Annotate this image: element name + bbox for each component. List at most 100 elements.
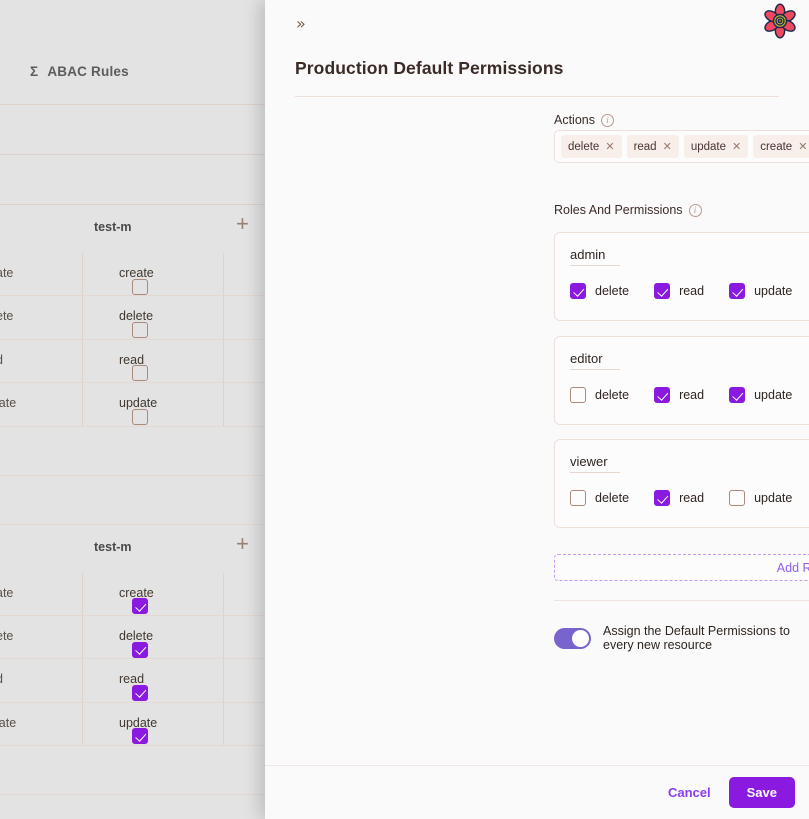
table-cell-left-text: late — [0, 396, 17, 411]
remove-action-icon[interactable]: ✕ — [798, 140, 807, 153]
permission-checkbox[interactable] — [570, 283, 586, 299]
action-chip[interactable]: read ✕ — [626, 135, 679, 158]
permission-label: read — [679, 284, 705, 298]
role-permission[interactable]: delete — [570, 387, 629, 403]
role-permissions-row: deletereadupdatecreate — [570, 283, 809, 299]
permission-checkbox[interactable] — [570, 387, 586, 403]
action-chip[interactable]: create ✕ — [753, 135, 809, 158]
table-group-header: test-m + — [0, 205, 265, 253]
role-permission[interactable]: read — [654, 387, 704, 403]
permission-label: update — [754, 491, 793, 505]
role-permission[interactable]: update — [729, 283, 792, 299]
permissions-drawer: » Production Default Permissions Actions… — [265, 0, 809, 819]
actions-label-text: Actions — [554, 113, 595, 127]
table-cell-right — [224, 573, 265, 615]
action-chip[interactable]: update ✕ — [683, 135, 749, 158]
table-cell-left-text: d — [0, 672, 3, 686]
permission-checkbox[interactable] — [654, 387, 671, 403]
action-chips: delete ✕ read ✕ update ✕ create ✕ — [561, 135, 809, 158]
action-chip[interactable]: delete ✕ — [561, 135, 622, 158]
table-cell-right — [224, 340, 265, 382]
table-cell-left: late — [0, 383, 83, 426]
permission-checkbox[interactable] — [570, 490, 586, 506]
assign-toggle-label: Assign the Default Permissions to every … — [603, 624, 790, 652]
table-spacer — [0, 475, 265, 525]
permission-checkbox[interactable] — [654, 283, 671, 299]
roles-label-text: Roles And Permissions — [554, 203, 683, 217]
table-cell-permission[interactable]: create — [83, 572, 224, 615]
permission-label: create — [119, 585, 154, 600]
table-row: d read — [0, 339, 265, 384]
role-name-input[interactable]: admin — [570, 247, 620, 266]
table-cell-permission[interactable]: delete — [83, 296, 224, 339]
group-label: test-m — [94, 220, 132, 234]
role-permission[interactable]: read — [654, 490, 704, 506]
save-button[interactable]: Save — [728, 777, 795, 808]
permission-label: read — [119, 352, 145, 367]
screen-root: Σ ABAC Rules test-m + ate create ete delete d re… — [0, 0, 809, 819]
permission-label: delete — [119, 629, 154, 643]
permission-label: read — [679, 388, 705, 402]
table-cell-left: d — [0, 659, 83, 702]
table-cell-permission[interactable]: read — [83, 339, 224, 383]
info-icon[interactable]: i — [688, 203, 702, 217]
table-cell-left-text: ete — [0, 629, 14, 643]
group-label: test-m — [94, 539, 132, 554]
remove-action-icon[interactable]: ✕ — [732, 140, 741, 153]
actions-input[interactable]: delete✕read✕update✕create✕ Add action... — [554, 130, 809, 163]
drawer-scroll-area: » Production Default Permissions Actions… — [265, 0, 809, 765]
permission-checkbox[interactable] — [654, 490, 671, 506]
action-chip-label: create — [760, 140, 793, 153]
action-chip-label: read — [633, 140, 657, 153]
collapse-drawer-icon[interactable]: » — [296, 16, 306, 32]
table-cell-permission[interactable]: update — [83, 702, 224, 746]
background-page-title-label: ABAC Rules — [47, 64, 129, 79]
role-permission[interactable]: read — [654, 283, 704, 299]
table-cell-left: ate — [0, 253, 83, 296]
permission-checkbox[interactable] — [729, 387, 746, 403]
table-cell-left-text: ete — [0, 309, 14, 324]
table-cell-left-text: late — [0, 715, 17, 730]
action-chip-label: update — [690, 140, 726, 153]
title-divider — [295, 96, 779, 97]
table-spacer — [0, 795, 265, 819]
table-cell-permission[interactable]: delete — [83, 616, 224, 659]
permission-label: update — [754, 388, 793, 402]
background-page-title: Σ ABAC Rules — [30, 64, 129, 79]
section-divider — [554, 600, 809, 601]
table-cell-permission[interactable]: update — [83, 383, 224, 426]
role-name-input[interactable]: editor — [570, 351, 620, 370]
table-row: late update — [0, 702, 265, 747]
table-cell-permission[interactable]: create — [83, 253, 224, 296]
assign-default-permissions-toggle[interactable] — [554, 627, 591, 649]
table-cell-right — [224, 253, 265, 295]
permission-label: create — [119, 266, 154, 280]
add-row-icon[interactable]: + — [236, 532, 249, 555]
table-cell-left-text: d — [0, 353, 3, 367]
add-role-button[interactable]: Add Role — [554, 554, 809, 581]
permission-checkbox[interactable] — [729, 283, 746, 299]
table-spacer — [0, 746, 265, 796]
table-cell-left: late — [0, 702, 83, 746]
role-permission[interactable]: delete — [570, 283, 629, 299]
table-cell-permission[interactable]: read — [83, 659, 224, 702]
role-name-input[interactable]: viewer — [570, 454, 620, 473]
remove-action-icon[interactable]: ✕ — [605, 140, 614, 153]
actions-section-label: Actions i — [554, 113, 614, 127]
role-permission[interactable]: update — [729, 387, 792, 403]
role-permission[interactable]: delete — [570, 490, 629, 506]
permission-checkbox[interactable] — [729, 490, 746, 506]
drawer-footer: Cancel Save — [265, 765, 809, 819]
role-card: viewer✕deletereadupdatecreate — [554, 439, 809, 528]
cancel-button[interactable]: Cancel — [664, 779, 715, 806]
remove-action-icon[interactable]: ✕ — [663, 140, 672, 153]
table-row: ate create — [0, 253, 265, 297]
role-permission[interactable]: update — [729, 490, 792, 506]
table-divider — [0, 104, 265, 105]
permission-label: read — [679, 491, 705, 505]
add-row-icon[interactable]: + — [236, 213, 249, 235]
table-cell-left: ate — [0, 572, 83, 615]
table-row: ate create — [0, 572, 265, 616]
info-icon[interactable]: i — [601, 113, 614, 127]
page-title: Production Default Permissions — [295, 58, 564, 78]
